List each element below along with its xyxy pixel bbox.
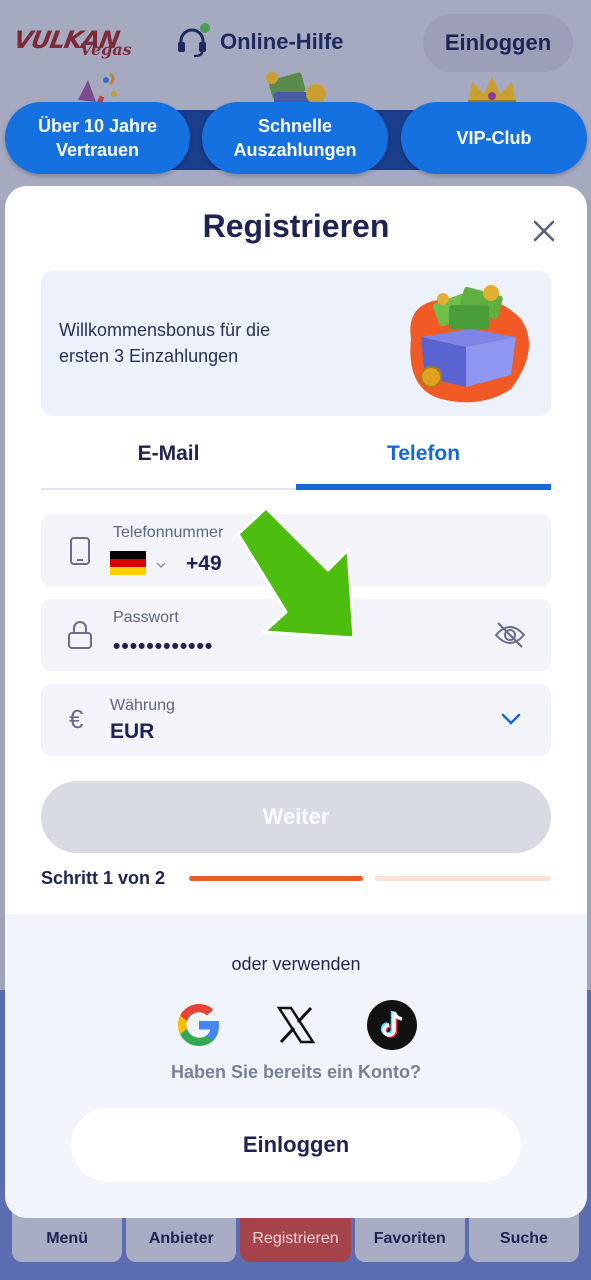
x-icon[interactable] [271,1000,321,1050]
nav-providers-label: Anbieter [148,1230,214,1247]
google-icon[interactable] [174,1000,224,1050]
close-icon[interactable] [529,216,559,246]
password-value: •••••••••••• [113,635,214,658]
bonus-gift-box-icon [391,279,541,409]
welcome-bonus-banner: Willkommensbonus für die ersten 3 Einzah… [41,271,551,416]
currency-label: Währung [110,697,175,714]
alt-login-label: oder verwenden [231,954,361,974]
password-label: Passwort [113,609,179,626]
tab-phone[interactable]: Telefon [296,434,551,490]
promo-chip-vip[interactable]: VIP-Club [401,102,587,174]
eye-off-icon[interactable] [493,619,527,656]
promo-chip-fast-payouts[interactable]: Schnelle Auszahlungen [202,102,388,174]
lock-icon [66,619,94,656]
login-button[interactable]: Einloggen [71,1108,521,1182]
online-help-label: Online-Hilfe [220,29,344,54]
tiktok-icon[interactable] [367,1000,417,1050]
germany-flag-icon[interactable] [110,551,146,580]
modal-title: Registrieren [202,208,390,244]
step-bar-remaining [375,876,551,881]
country-code: +49 [186,552,222,575]
annotation-arrow-icon [230,504,360,644]
currency-value: EUR [110,720,155,743]
tab-email[interactable]: E-Mail [41,434,296,490]
smartphone-icon [69,536,91,571]
promo-row: Über 10 Jahre Vertrauen Schnelle Auszahl… [0,72,591,180]
have-account-text: Haben Sie bereits ein Konto? [170,1062,422,1082]
bonus-text: Willkommensbonus für die ersten 3 Einzah… [59,320,271,366]
brand-logo[interactable]: VULKAN Vegas [12,20,132,64]
alternative-login-section: oder verwenden Haben Sie bereits ein Kon… [5,914,587,1218]
chevron-down-icon[interactable] [156,556,166,574]
nav-menu-label: Menü [46,1230,88,1247]
chevron-down-icon[interactable] [501,712,521,731]
nav-register-label: Registrieren [252,1230,339,1247]
step-bar-completed [189,876,363,881]
online-help-link[interactable]: Online-Hilfe [176,23,344,58]
currency-select[interactable]: € Währung EUR [41,684,551,756]
nav-search-label: Suche [499,1230,548,1247]
step-label: Schritt 1 von 2 [41,868,166,888]
next-button[interactable]: Weiter [41,781,551,853]
phone-label: Telefonnummer [113,524,224,541]
registration-method-tabs: E-Mail Telefon [41,434,551,492]
registration-modal: Registrieren Willkommensbonus für die er… [5,186,587,1218]
online-status-dot [200,23,210,33]
headset-icon [176,23,210,58]
promo-chip-trust[interactable]: Über 10 Jahre Vertrauen [5,102,190,174]
logo-subtitle: Vegas [80,40,132,59]
euro-icon: € [69,704,84,734]
header-login-button[interactable]: Einloggen [423,14,573,72]
nav-favorites-label: Favoriten [373,1230,446,1247]
step-progress: Schritt 1 von 2 [41,866,551,892]
